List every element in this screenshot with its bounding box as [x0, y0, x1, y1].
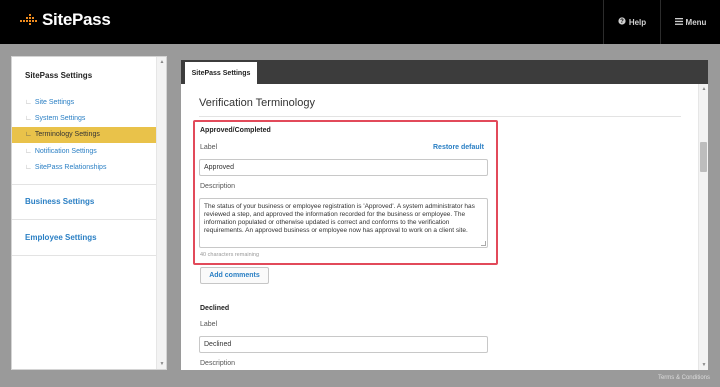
characters-remaining: 40 characters remaining [200, 252, 260, 258]
sidebar-divider [12, 255, 166, 256]
sidebar-divider [12, 219, 166, 220]
approved-section-title: Approved/Completed [200, 127, 271, 134]
sidebar-item-site-settings[interactable]: ∟ Site Settings [12, 94, 157, 110]
sidebar-item-label: Terminology Settings [34, 131, 100, 139]
help-label: Help [628, 17, 647, 27]
approved-description-textarea[interactable]: The status of your business or employee … [199, 198, 488, 248]
declined-description-caption: Description [200, 360, 236, 367]
sidebar-item-label: Notification Settings [34, 147, 97, 155]
page-title: Verification Terminology [199, 97, 315, 109]
terms-and-conditions-link[interactable]: Terms & Conditions [658, 375, 710, 381]
top-navigation-bar: SitePass ? Help Menu [0, 0, 720, 44]
settings-content-area: SitePass Settings Verification Terminolo… [181, 60, 708, 370]
sidebar-item-terminology-settings[interactable]: ∟ Terminology Settings [12, 126, 157, 143]
sidebar-menu: ∟ Site Settings ∟ System Settings ∟ Term… [12, 94, 157, 175]
sidebar-item-sitepass-relationships[interactable]: ∟ SitePass Relationships [12, 159, 157, 175]
heading-divider [199, 116, 681, 117]
scroll-down-arrow-icon[interactable]: ▼ [157, 360, 166, 368]
declined-label-caption: Label [200, 321, 218, 328]
corner-arrow-icon: ∟ [25, 163, 32, 171]
content-panel: Verification Terminology Approved/Comple… [181, 84, 708, 370]
settings-sidebar: SitePass Settings ∟ Site Settings ∟ Syst… [11, 56, 167, 370]
declined-section-title: Declined [200, 305, 230, 312]
help-button[interactable]: ? Help [604, 0, 660, 44]
sidebar-item-system-settings[interactable]: ∟ System Settings [12, 110, 157, 126]
corner-arrow-icon: ∟ [25, 98, 32, 106]
app-name: SitePass [42, 10, 111, 29]
scrollbar-thumb[interactable] [700, 142, 707, 172]
restore-default-link[interactable]: Restore default [433, 144, 484, 151]
corner-arrow-icon: ∟ [25, 131, 32, 139]
sitepass-logo[interactable]: SitePass [20, 10, 111, 30]
menu-label: Menu [685, 17, 707, 27]
approved-label-input[interactable]: Approved [199, 159, 488, 176]
scroll-up-arrow-icon[interactable]: ▲ [699, 85, 709, 93]
scroll-up-arrow-icon[interactable]: ▲ [157, 58, 166, 66]
logo-mark-icon [20, 14, 37, 25]
sidebar-item-label: Site Settings [34, 98, 75, 106]
sidebar-section-employee-settings[interactable]: Employee Settings [25, 233, 97, 242]
approved-label-caption: Label [200, 144, 218, 151]
sidebar-divider [12, 184, 166, 185]
sidebar-item-notification-settings[interactable]: ∟ Notification Settings [12, 143, 157, 159]
content-scrollbar[interactable]: ▲ ▼ [698, 84, 708, 370]
sidebar-item-label: SitePass Relationships [34, 163, 107, 171]
approved-description-caption: Description [200, 183, 236, 190]
sidebar-section-business-settings[interactable]: Business Settings [25, 197, 94, 206]
corner-arrow-icon: ∟ [25, 114, 32, 122]
sidebar-title: SitePass Settings [25, 71, 93, 80]
description-text: The status of your business or employee … [204, 203, 475, 235]
menu-button[interactable]: Menu [661, 0, 720, 44]
declined-label-input[interactable]: Declined [199, 336, 488, 353]
tab-sitepass-settings[interactable]: SitePass Settings [185, 62, 257, 84]
sidebar-scrollbar[interactable]: ▲ ▼ [156, 57, 166, 369]
scroll-down-arrow-icon[interactable]: ▼ [699, 361, 709, 369]
sidebar-item-label: System Settings [34, 114, 86, 122]
question-circle-icon: ? [618, 17, 626, 27]
hamburger-icon [674, 17, 683, 27]
svg-text:?: ? [620, 19, 624, 25]
add-comments-button[interactable]: Add comments [200, 267, 269, 284]
corner-arrow-icon: ∟ [25, 147, 32, 155]
resize-handle-icon[interactable] [481, 241, 486, 246]
